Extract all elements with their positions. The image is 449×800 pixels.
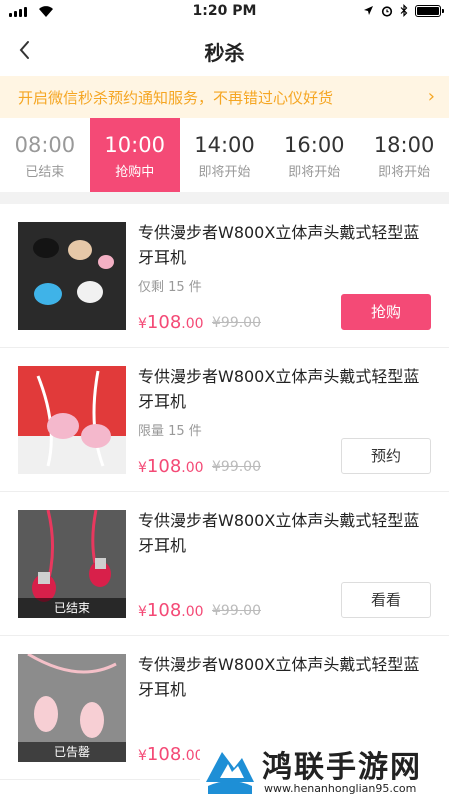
ended-overlay-label: 已结束: [18, 598, 126, 618]
currency-symbol: ¥: [138, 316, 147, 332]
tab-1600[interactable]: 16:00 即将开始: [269, 118, 359, 192]
status-bar: 1:20 PM: [0, 0, 449, 24]
product-name: 专供漫步者W800X立体声头戴式轻型蓝牙耳机: [138, 511, 420, 555]
sale-price: ¥108.00: [138, 456, 204, 477]
tab-status: 抢购中: [115, 165, 155, 180]
tab-time: 14:00: [194, 133, 255, 157]
view-button[interactable]: 看看: [341, 582, 431, 618]
sold-out-overlay-label: 已告罄: [18, 742, 126, 762]
sale-price: ¥108.00: [138, 312, 204, 333]
product-image[interactable]: [18, 222, 126, 330]
alarm-icon: [381, 5, 393, 17]
product-image[interactable]: 已结束: [18, 510, 126, 618]
notification-banner-text: 开启微信秒杀预约通知服务，不再错过心仪好货: [18, 89, 334, 107]
location-arrow-icon: [364, 6, 373, 15]
product-name: 专供漫步者W800X立体声头戴式轻型蓝牙耳机: [138, 223, 420, 267]
price-integer: 108: [146, 312, 182, 333]
tab-time: 16:00: [284, 133, 345, 157]
product-item[interactable]: 专供漫步者W800X立体声头戴式轻型蓝牙耳机 限量 15 件 ¥108.00 ¥…: [0, 348, 449, 492]
tab-time: 10:00: [104, 133, 165, 157]
stock-label: 仅剩 15 件: [138, 280, 202, 295]
watermark-url: www.henanhonglian95.com: [264, 782, 417, 795]
page-title: 秒杀: [204, 41, 245, 65]
product-image[interactable]: [18, 366, 126, 474]
tab-status: 即将开始: [198, 165, 251, 180]
product-item[interactable]: 已结束 专供漫步者W800X立体声头戴式轻型蓝牙耳机 ¥108.00 ¥99.0…: [0, 492, 449, 636]
currency-symbol: ¥: [138, 460, 147, 476]
buy-now-button[interactable]: 抢购: [341, 294, 431, 330]
original-price: ¥99.00: [212, 603, 261, 619]
price-decimal: .00: [181, 460, 204, 476]
product-name: 专供漫步者W800X立体声头戴式轻型蓝牙耳机: [138, 655, 420, 699]
tab-1400[interactable]: 14:00 即将开始: [180, 118, 270, 192]
currency-symbol: ¥: [138, 748, 147, 764]
price-decimal: .00: [181, 316, 204, 332]
notification-banner[interactable]: 开启微信秒杀预约通知服务，不再错过心仪好货 ›: [0, 76, 449, 118]
currency-symbol: ¥: [138, 604, 147, 620]
tab-time: 18:00: [373, 133, 435, 157]
chevron-right-icon: ›: [427, 86, 435, 107]
price-integer: 108: [146, 456, 182, 477]
reserve-button[interactable]: 预约: [341, 438, 431, 474]
watermark-title: 鸿联手游网: [262, 750, 422, 785]
tab-time: 08:00: [14, 133, 76, 157]
product-list: 专供漫步者W800X立体声头戴式轻型蓝牙耳机 仅剩 15 件 ¥108.00 ¥…: [0, 204, 449, 800]
tab-status: 已结束: [25, 165, 65, 180]
tab-1800[interactable]: 18:00 即将开始: [359, 118, 449, 192]
stock-label: 限量 15 件: [138, 424, 202, 439]
product-image[interactable]: 已告罄: [18, 654, 126, 762]
time-slot-tabs: 08:00 已结束 10:00 抢购中 14:00 即将开始 16:00 即将开…: [0, 118, 449, 192]
tab-status: 即将开始: [378, 165, 431, 180]
price-integer: 108: [146, 744, 182, 765]
nav-bar: 秒杀: [0, 24, 449, 76]
site-watermark: 鸿联手游网 www.henanhonglian95.com: [200, 740, 449, 800]
tab-status: 即将开始: [288, 165, 341, 180]
tab-0800[interactable]: 08:00 已结束: [0, 118, 90, 192]
bluetooth-icon: [400, 4, 408, 17]
tab-1000[interactable]: 10:00 抢购中: [89, 118, 180, 192]
price-integer: 108: [146, 600, 182, 621]
site-logo-icon: [202, 742, 258, 798]
original-price: ¥99.00: [212, 459, 261, 475]
product-name: 专供漫步者W800X立体声头戴式轻型蓝牙耳机: [138, 367, 420, 411]
original-price: ¥99.00: [212, 315, 261, 331]
product-item[interactable]: 专供漫步者W800X立体声头戴式轻型蓝牙耳机 仅剩 15 件 ¥108.00 ¥…: [0, 204, 449, 348]
battery-icon: [415, 4, 444, 17]
price-decimal: .00: [181, 604, 204, 620]
sale-price: ¥108.00: [138, 744, 204, 765]
sale-price: ¥108.00: [138, 600, 204, 621]
